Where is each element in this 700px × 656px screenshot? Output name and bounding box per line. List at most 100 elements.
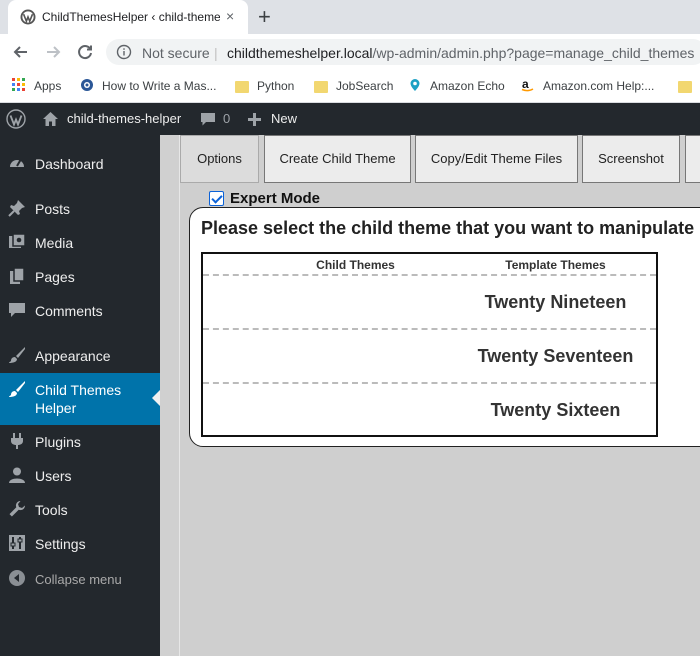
info-icon[interactable]	[116, 44, 132, 60]
comments-count: 0	[223, 111, 231, 126]
sidebar-item-label: Tools	[35, 502, 68, 518]
bookmark-label: Amazon Echo	[430, 79, 505, 93]
home-icon	[43, 112, 58, 126]
wp-admin-bar: child-themes-helper 0 New	[0, 103, 700, 135]
media-icon	[9, 233, 26, 248]
sidebar-item-label: Appearance	[35, 348, 111, 364]
url-path: /wp-admin/admin.php?page=manage_child_th…	[372, 45, 695, 61]
wrench-icon	[9, 500, 26, 517]
sidebar-item-label: Plugins	[35, 434, 81, 450]
sidebar-item-plugins[interactable]: Plugins	[0, 430, 160, 454]
table-row[interactable]: Twenty Sixteen	[203, 382, 656, 436]
sidebar-item-label: Child Themes	[35, 382, 122, 398]
sidebar-item-label: Posts	[35, 201, 71, 217]
sidebar-item-label: Pages	[35, 269, 75, 285]
browser-toolbar: Not secure | childthemeshelper.local/wp-…	[0, 34, 700, 70]
sidebar-item-label: Users	[35, 468, 72, 484]
svg-text:a: a	[522, 78, 529, 91]
sidebar-item-label: Comments	[35, 303, 103, 319]
folder-icon	[314, 81, 328, 93]
sidebar-item-label-line2: Helper	[35, 400, 77, 416]
collapse-icon	[9, 570, 25, 586]
address-bar[interactable]: Not secure | childthemeshelper.local/wp-…	[106, 39, 700, 65]
url-separator: |	[214, 45, 218, 61]
plus-icon	[248, 113, 261, 126]
sidebar-item-dashboard[interactable]: Dashboard	[0, 152, 160, 176]
new-label: New	[271, 111, 298, 126]
folder-icon	[678, 81, 692, 93]
tab-options[interactable]: Options	[180, 135, 259, 183]
bookmark-label: JobSearch	[336, 79, 394, 93]
back-arrow-icon[interactable]	[10, 41, 32, 63]
reload-icon[interactable]	[74, 41, 96, 63]
sidebar-item-label: Collapse menu	[35, 572, 122, 587]
wordpress-favicon-icon	[20, 9, 36, 25]
bookmark-amazon-echo[interactable]: Amazon Echo	[408, 78, 505, 94]
forward-arrow-icon[interactable]	[42, 41, 64, 63]
apps-grid-icon	[12, 78, 25, 91]
panel-title: Please select the child theme that you w…	[201, 218, 695, 238]
table-row[interactable]: Twenty Seventeen	[203, 328, 656, 382]
column-header-template-themes: Template Themes	[505, 258, 606, 272]
sidebar-item-settings[interactable]: Settings	[0, 532, 160, 556]
bookmark-apps[interactable]: Apps	[12, 78, 61, 94]
url-text[interactable]: childthemeshelper.local/wp-admin/admin.p…	[227, 45, 694, 61]
browser-tab-strip: ChildThemesHelper ‹ child-theme × +	[0, 0, 700, 34]
tab-title: ChildThemesHelper ‹ child-theme	[42, 10, 220, 24]
admin-sidebar: Dashboard Posts Media Pages Comments App…	[0, 135, 160, 656]
plug-icon	[11, 433, 23, 449]
settings-icon	[9, 535, 25, 551]
bookmark-more[interactable]	[678, 78, 700, 94]
bookmark-label: Apps	[34, 79, 62, 93]
expert-mode-checkbox[interactable]	[209, 191, 224, 206]
browser-tab[interactable]: ChildThemesHelper ‹ child-theme ×	[8, 0, 248, 34]
site-name: child-themes-helper	[67, 111, 182, 126]
tab-overflow[interactable]	[685, 135, 700, 183]
tab-copy-edit-theme-files[interactable]: Copy/Edit Theme Files	[415, 135, 578, 183]
location-pin-icon	[410, 79, 420, 91]
column-header-child-themes: Child Themes	[316, 258, 395, 272]
template-theme-cell: Twenty Sixteen	[490, 400, 621, 420]
tab-create-child-theme[interactable]: Create Child Theme	[264, 135, 411, 183]
bookmark-jobsearch[interactable]: JobSearch	[314, 78, 393, 94]
wordpress-logo-icon[interactable]	[6, 109, 26, 129]
sidebar-item-media[interactable]: Media	[0, 231, 160, 255]
sidebar-item-tools[interactable]: Tools	[0, 498, 160, 522]
template-theme-cell: Twenty Seventeen	[477, 346, 634, 366]
not-secure-label: Not secure	[142, 45, 210, 61]
tab-screenshot[interactable]: Screenshot	[582, 135, 680, 183]
sidebar-item-child-themes-helper[interactable]: Child Themes Helper	[0, 373, 160, 425]
paintbrush-icon	[9, 347, 25, 363]
table-row[interactable]: Twenty Nineteen	[203, 274, 656, 328]
sidebar-item-pages[interactable]: Pages	[0, 265, 160, 289]
bookmark-amazon-help[interactable]: a Amazon.com Help:...	[521, 78, 654, 94]
comment-bubble-icon	[201, 113, 215, 126]
expert-mode-label: Expert Mode	[230, 190, 321, 207]
sidebar-item-label: Dashboard	[35, 156, 104, 172]
theme-table: Child Themes Template Themes Twenty Nine…	[201, 252, 658, 437]
bookmarks-bar: Apps How to Write a Mas... Python JobSea…	[0, 70, 700, 103]
new-tab-button[interactable]: +	[258, 4, 271, 30]
bookmark-write-masters[interactable]: How to Write a Mas...	[80, 78, 216, 94]
pages-icon	[10, 267, 25, 284]
sidebar-item-label: Settings	[35, 536, 86, 552]
amazon-icon: a	[521, 78, 534, 92]
sidebar-item-label: Media	[35, 235, 74, 251]
collapse-menu-button[interactable]: Collapse menu	[0, 567, 160, 591]
comment-icon	[9, 303, 25, 317]
url-host: childthemeshelper.local	[227, 45, 373, 61]
dashboard-icon	[10, 159, 24, 167]
sidebar-item-comments[interactable]: Comments	[0, 299, 160, 323]
tab-close-icon[interactable]: ×	[226, 8, 234, 24]
template-theme-cell: Twenty Nineteen	[484, 292, 627, 312]
pushpin-icon	[8, 200, 25, 217]
folder-icon	[235, 81, 249, 93]
user-icon	[9, 467, 25, 483]
sidebar-item-appearance[interactable]: Appearance	[0, 344, 160, 368]
paintbrush-icon	[9, 381, 25, 397]
sidebar-item-users[interactable]: Users	[0, 464, 160, 488]
main-content: Options Create Child Theme Copy/Edit The…	[160, 135, 700, 656]
bookmark-label: Python	[257, 79, 295, 93]
bookmark-python[interactable]: Python	[235, 78, 294, 94]
sidebar-item-posts[interactable]: Posts	[0, 197, 160, 221]
